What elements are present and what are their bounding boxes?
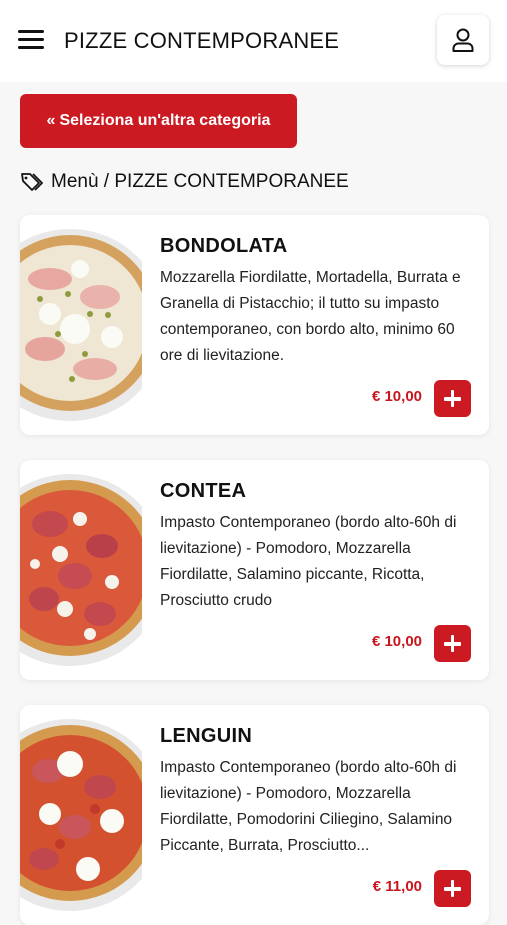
product-name: CONTEA [160,480,247,502]
user-icon [452,28,474,52]
user-account-button[interactable] [437,15,489,65]
product-price: € 10,00 [371,388,422,405]
pizza-image [20,709,142,921]
product-name: BONDOLATA [160,235,288,257]
add-to-cart-button[interactable] [434,380,471,417]
add-to-cart-button[interactable] [434,870,471,907]
product-card[interactable]: CONTEA Impasto Contemporaneo (bordo alto… [20,460,489,680]
product-card[interactable]: LENGUIN Impasto Contemporaneo (bordo alt… [20,705,489,925]
pizza-image [20,219,142,431]
product-price: € 10,00 [371,633,422,650]
select-category-label: Seleziona un'altra categoria [59,112,271,129]
breadcrumb: Menù / PIZZE CONTEMPORANEE [20,171,349,193]
double-chevron-left-icon: « [46,112,56,129]
product-card[interactable]: BONDOLATA Mozzarella Fiordilatte, Mortad… [20,215,489,435]
product-description: Mozzarella Fiordilatte, Mortadella, Burr… [160,269,461,364]
pizza-image [20,464,142,676]
top-bar: PIZZE CONTEMPORANEE [0,0,507,82]
add-to-cart-button[interactable] [434,625,471,662]
product-name: LENGUIN [160,725,253,747]
menu-icon[interactable] [18,29,44,51]
tags-icon [21,173,43,191]
product-description: Impasto Contemporaneo (bordo alto-60h di… [160,759,457,854]
breadcrumb-text: Menù / PIZZE CONTEMPORANEE [51,171,349,192]
select-category-button[interactable]: « Seleziona un'altra categoria [20,94,297,148]
product-price: € 11,00 [372,878,422,895]
page-title: PIZZE CONTEMPORANEE [64,28,340,53]
product-description: Impasto Contemporaneo (bordo alto-60h di… [160,514,457,609]
